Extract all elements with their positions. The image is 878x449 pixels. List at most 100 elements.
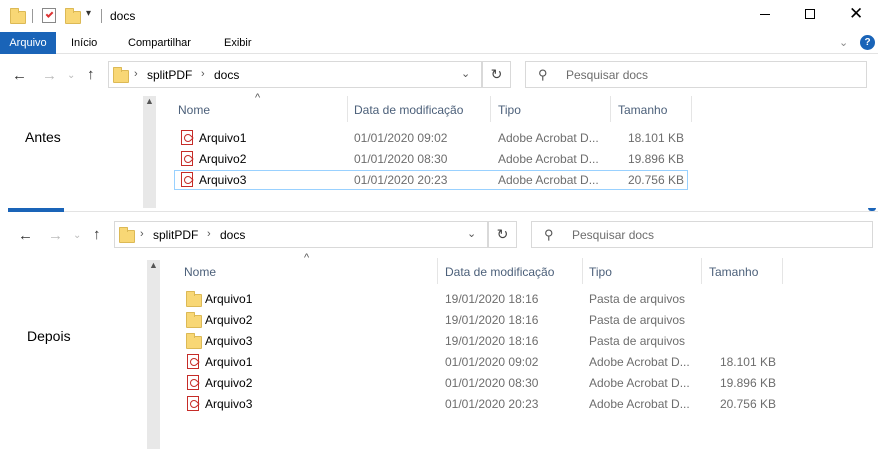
up-arrow-icon[interactable]: ↑ [87, 67, 95, 82]
column-divider [782, 258, 783, 284]
table-row[interactable]: Arquivo1 19/01/2020 18:16 Pasta de arqui… [180, 289, 780, 309]
file-date: 01/01/2020 08:30 [354, 152, 448, 166]
column-header-size[interactable]: Tamanho [618, 103, 667, 117]
folder-icon [119, 227, 135, 243]
table-row[interactable]: Arquivo1 01/01/2020 09:02 Adobe Acrobat … [180, 352, 780, 372]
minimize-button[interactable] [760, 14, 770, 15]
search-box[interactable]: ⚲ Pesquisar docs [525, 61, 867, 88]
title-bar: ▾ docs ✕ [0, 0, 878, 32]
window-title: docs [110, 9, 136, 23]
file-date: 01/01/2020 08:30 [445, 376, 539, 390]
folder-icon [186, 291, 202, 307]
file-name: Arquivo1 [205, 355, 253, 369]
column-divider [582, 258, 583, 284]
file-name: Arquivo2 [205, 376, 253, 390]
back-arrow-icon[interactable]: ← [12, 68, 27, 83]
file-type: Adobe Acrobat D... [589, 397, 690, 411]
back-arrow-icon[interactable]: ← [18, 228, 33, 243]
column-header-name[interactable]: Nome [178, 103, 210, 117]
pdf-icon [181, 151, 193, 166]
tab-inicio[interactable]: Início [71, 37, 97, 49]
recent-locations-icon[interactable]: ⌄ [67, 68, 75, 83]
column-header-date[interactable]: Data de modificação [445, 265, 554, 279]
column-divider [691, 96, 692, 122]
file-name: Arquivo2 [199, 152, 247, 166]
tab-arquivo[interactable]: Arquivo [0, 32, 56, 54]
file-date: 01/01/2020 20:23 [445, 397, 539, 411]
up-arrow-icon[interactable]: ↑ [93, 227, 101, 242]
breadcrumb-docs[interactable]: docs [220, 228, 245, 242]
tab-exibir[interactable]: Exibir [224, 37, 252, 49]
forward-arrow-icon[interactable]: → [42, 68, 57, 83]
image-seam [0, 208, 878, 215]
table-row[interactable]: Arquivo2 01/01/2020 08:30 Adobe Acrobat … [180, 373, 780, 393]
customize-quick-access-icon[interactable]: ▾ [86, 8, 91, 19]
breadcrumb-docs[interactable]: docs [214, 68, 239, 82]
search-placeholder: Pesquisar docs [572, 228, 655, 242]
file-type: Adobe Acrobat D... [589, 376, 690, 390]
address-dropdown-icon[interactable]: ⌄ [461, 67, 470, 80]
table-row[interactable]: Arquivo2 01/01/2020 08:30 Adobe Acrobat … [174, 149, 688, 169]
column-header-type[interactable]: Tipo [498, 103, 521, 117]
file-type: Pasta de arquivos [589, 313, 686, 327]
pdf-icon [181, 172, 193, 187]
table-row[interactable]: Arquivo3 19/01/2020 18:16 Pasta de arqui… [180, 331, 780, 351]
search-box[interactable]: ⚲ Pesquisar docs [531, 221, 873, 248]
column-divider [610, 96, 611, 122]
properties-icon[interactable] [42, 8, 56, 23]
scroll-up-icon[interactable]: ▲ [145, 96, 154, 106]
file-size: 19.896 KB [719, 376, 776, 390]
table-row[interactable]: Arquivo1 01/01/2020 09:02 Adobe Acrobat … [174, 128, 688, 148]
sort-indicator-icon: ^ [304, 252, 310, 264]
bottom-file-pane: Depois ▲ ^ Nome Data de modificação Tipo… [0, 252, 878, 449]
file-date: 19/01/2020 18:16 [445, 292, 539, 306]
folder-icon [186, 312, 202, 328]
new-folder-icon[interactable] [65, 8, 81, 24]
label-antes: Antes [25, 129, 61, 145]
file-name: Arquivo1 [205, 292, 253, 306]
maximize-button[interactable] [805, 9, 815, 19]
column-divider [490, 96, 491, 122]
file-size: 18.101 KB [719, 355, 776, 369]
file-size: 19.896 KB [627, 152, 684, 166]
help-icon[interactable]: ? [860, 35, 875, 50]
refresh-button[interactable]: ↻ [488, 221, 517, 248]
pdf-icon [181, 130, 193, 145]
column-divider [347, 96, 348, 122]
title-divider [101, 9, 102, 23]
scrollbar[interactable]: ▲ [143, 96, 156, 208]
expand-ribbon-icon[interactable]: ⌄ [839, 36, 848, 49]
column-header-name[interactable]: Nome [184, 265, 216, 279]
table-row[interactable]: Arquivo2 19/01/2020 18:16 Pasta de arqui… [180, 310, 780, 330]
address-dropdown-icon[interactable]: ⌄ [467, 227, 476, 240]
file-date: 01/01/2020 09:02 [354, 131, 448, 145]
table-row[interactable]: Arquivo3 01/01/2020 20:23 Adobe Acrobat … [180, 394, 780, 414]
breadcrumb-splitpdf[interactable]: splitPDF [147, 68, 192, 82]
file-name: Arquivo3 [199, 173, 247, 187]
forward-arrow-icon[interactable]: → [48, 228, 63, 243]
address-bar[interactable]: › splitPDF › docs ⌄ [114, 221, 488, 248]
column-header-date[interactable]: Data de modificação [354, 103, 463, 117]
address-bar[interactable]: › splitPDF › docs ⌄ [108, 61, 482, 88]
file-name: Arquivo2 [205, 313, 253, 327]
file-size: 18.101 KB [627, 131, 684, 145]
column-divider [701, 258, 702, 284]
table-row-selected[interactable]: Arquivo3 01/01/2020 20:23 Adobe Acrobat … [174, 170, 688, 190]
file-date: 01/01/2020 09:02 [445, 355, 539, 369]
recent-locations-icon[interactable]: ⌄ [73, 228, 81, 243]
tab-compartilhar[interactable]: Compartilhar [128, 37, 191, 49]
file-type: Adobe Acrobat D... [498, 173, 599, 187]
folder-icon [186, 333, 202, 349]
column-header-type[interactable]: Tipo [589, 265, 612, 279]
file-type: Adobe Acrobat D... [498, 131, 599, 145]
column-header-size[interactable]: Tamanho [709, 265, 758, 279]
refresh-button[interactable]: ↻ [482, 61, 511, 88]
file-type: Pasta de arquivos [589, 334, 686, 348]
file-type: Adobe Acrobat D... [498, 152, 599, 166]
close-button[interactable]: ✕ [849, 4, 863, 24]
scrollbar[interactable]: ▲ [147, 260, 160, 449]
top-navigation-bar: ← → ⌄ ↑ › splitPDF › docs ⌄ ↻ ⚲ Pesquisa… [0, 56, 878, 96]
scroll-up-icon[interactable]: ▲ [149, 260, 158, 270]
bottom-navigation-bar: ← → ⌄ ↑ › splitPDF › docs ⌄ ↻ ⚲ Pesquisa… [0, 216, 878, 256]
breadcrumb-splitpdf[interactable]: splitPDF [153, 228, 198, 242]
